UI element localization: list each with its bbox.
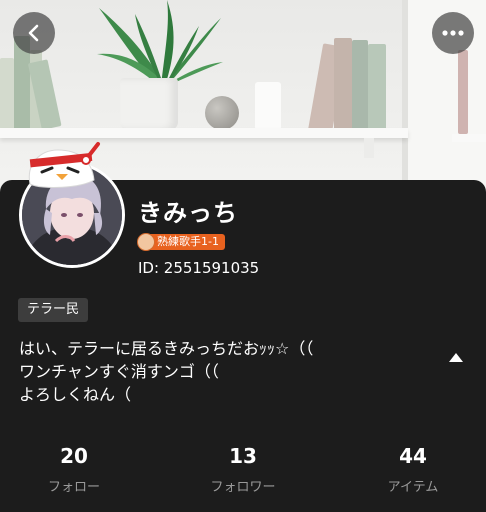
profile-bio: はい、テラーに居るきみっちだおｯｯ☆（（ ワンチャンすぐ消すンゴ（（ よろしくね… xyxy=(19,337,439,406)
rank-badge-label: 熟練歌手1-1 xyxy=(149,234,225,250)
back-button[interactable] xyxy=(13,12,55,54)
decor-sphere xyxy=(205,96,239,130)
profile-nickname: きみっち xyxy=(138,199,238,227)
plant-pot xyxy=(120,78,178,130)
collapse-up-icon[interactable] xyxy=(448,351,464,363)
stat-value: 20 xyxy=(60,444,88,468)
decor-cup xyxy=(255,82,281,130)
more-button[interactable] xyxy=(432,12,474,54)
bio-line: ワンチャンすぐ消すンゴ（（ xyxy=(19,362,219,381)
stat-label: フォロワー xyxy=(210,480,276,495)
stat-following[interactable]: 20 フォロー xyxy=(14,442,134,495)
shelf xyxy=(0,128,408,138)
chevron-left-icon xyxy=(28,24,39,42)
rank-badge[interactable]: 熟練歌手1-1 xyxy=(137,233,225,251)
singer-rank-icon xyxy=(137,233,155,251)
user-id: ID: 2551591035 xyxy=(138,259,260,277)
stat-value: 13 xyxy=(229,444,257,468)
plant-leaves xyxy=(97,0,223,86)
book xyxy=(334,38,352,130)
bird-stamp-icon xyxy=(28,142,100,188)
shelf xyxy=(452,134,486,142)
book xyxy=(352,40,368,130)
book xyxy=(368,44,386,130)
book xyxy=(0,58,14,130)
bio-line: よろしくねん（ xyxy=(19,385,132,404)
more-horizontal-icon xyxy=(442,30,464,36)
stat-followers[interactable]: 13 フォロワー xyxy=(183,442,303,495)
stat-label: フォロー xyxy=(47,480,100,495)
stat-value: 44 xyxy=(399,444,427,468)
profile-tag[interactable]: テラー民 xyxy=(18,298,89,322)
profile-stats: 20 フォロー 13 フォロワー 44 アイテム xyxy=(0,442,486,502)
shelf-bracket xyxy=(364,138,374,158)
stat-items[interactable]: 44 アイテム xyxy=(353,442,473,495)
bio-line: はい、テラーに居るきみっちだおｯｯ☆（（ xyxy=(19,339,314,358)
book xyxy=(458,50,468,134)
stat-label: アイテム xyxy=(387,480,439,495)
